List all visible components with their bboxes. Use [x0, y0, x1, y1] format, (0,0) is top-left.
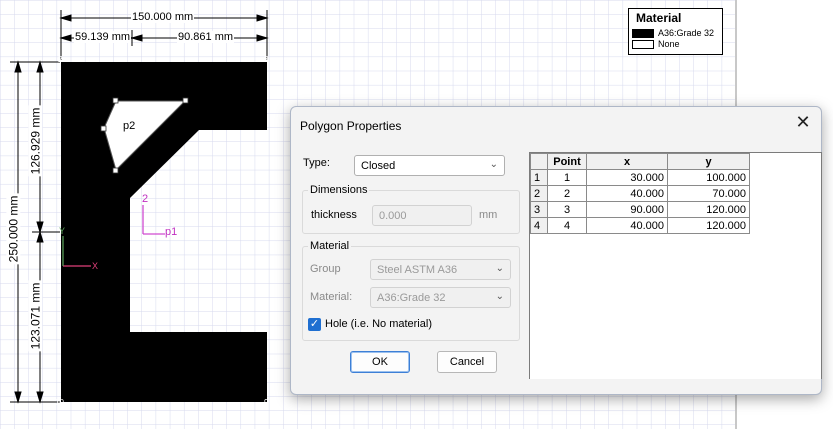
- y-cell[interactable]: 70.000: [667, 185, 750, 202]
- table-row[interactable]: 1 1 30.000 100.000: [530, 169, 750, 186]
- type-label: Type:: [303, 157, 330, 169]
- x-cell[interactable]: 40.000: [586, 185, 668, 202]
- chevron-down-icon: ⌄: [495, 291, 504, 302]
- material-label: Material:: [310, 291, 353, 303]
- point-label-p1: p1: [165, 226, 178, 238]
- dimensions-group-title: Dimensions: [308, 184, 370, 196]
- point-cell[interactable]: 2: [547, 185, 587, 202]
- thickness-field[interactable]: 0.000: [372, 205, 472, 226]
- legend-item-label: None: [658, 39, 680, 49]
- table-row[interactable]: 4 4 40.000 120.000: [530, 217, 750, 234]
- vertex-label: 3: [264, 55, 269, 64]
- material-group-title: Material: [308, 240, 352, 252]
- polygon-label-p2: p2: [123, 120, 136, 132]
- row-number: 2: [530, 185, 548, 202]
- points-table[interactable]: Point x y 1 1 30.000 100.000 2 2 40.000 …: [529, 152, 822, 379]
- legend-item: A36:Grade 32: [632, 28, 714, 38]
- dim-total-width: 150.000 mm: [131, 11, 195, 23]
- dialog-title: Polygon Properties: [300, 119, 402, 133]
- hole-checkbox[interactable]: ✓: [308, 318, 321, 331]
- dim-lower-height: 123.071 mm: [28, 280, 43, 352]
- legend-title: Material: [636, 11, 682, 25]
- material-select[interactable]: A36:Grade 32 ⌄: [370, 287, 511, 308]
- thickness-unit: mm: [479, 209, 498, 221]
- point-cell[interactable]: 1: [547, 169, 587, 186]
- legend-swatch: [632, 28, 654, 38]
- legend-item: None: [632, 39, 680, 49]
- y-cell[interactable]: 120.000: [667, 217, 750, 234]
- legend-swatch: [632, 39, 654, 49]
- type-select[interactable]: Closed ⌄: [354, 155, 505, 176]
- chevron-down-icon: ⌄: [495, 263, 504, 274]
- point-cell[interactable]: 4: [547, 217, 587, 234]
- close-icon[interactable]: ✕: [793, 113, 813, 133]
- column-header: Point: [547, 153, 587, 170]
- row-number: 1: [530, 169, 548, 186]
- column-header: [530, 153, 548, 170]
- vertex-label: 2: [58, 55, 63, 64]
- type-value: Closed: [361, 160, 396, 172]
- table-row[interactable]: 3 3 90.000 120.000: [530, 201, 750, 218]
- material-value: A36:Grade 32: [377, 292, 446, 304]
- row-number: 4: [530, 217, 548, 234]
- group-value: Steel ASTM A36: [377, 264, 458, 276]
- vertex-label: 10: [55, 398, 64, 407]
- row-number: 3: [530, 201, 548, 218]
- thickness-value: 0.000: [379, 210, 407, 222]
- axis-y-label: Y: [59, 226, 66, 236]
- y-cell[interactable]: 120.000: [667, 201, 750, 218]
- material-legend: Material A36:Grade 32 None: [628, 8, 723, 55]
- legend-item-label: A36:Grade 32: [658, 28, 715, 38]
- vertex-label: 9: [264, 398, 269, 407]
- x-cell[interactable]: 90.000: [586, 201, 668, 218]
- table-header-row: Point x y: [530, 153, 750, 170]
- group-label: Group: [310, 263, 341, 275]
- table-row[interactable]: 2 2 40.000 70.000: [530, 185, 750, 202]
- thickness-label: thickness: [311, 209, 357, 221]
- y-cell[interactable]: 100.000: [667, 169, 750, 186]
- dim-upper-height: 126.929 mm: [28, 105, 43, 177]
- group-select[interactable]: Steel ASTM A36 ⌄: [370, 259, 511, 280]
- x-cell[interactable]: 40.000: [586, 217, 668, 234]
- axis-x-label: X: [92, 261, 99, 271]
- x-cell[interactable]: 30.000: [586, 169, 668, 186]
- dim-left-width: 59.139 mm: [74, 31, 132, 43]
- chevron-down-icon: ⌄: [489, 159, 498, 170]
- hole-label: Hole (i.e. No material): [325, 318, 432, 330]
- cancel-button[interactable]: Cancel: [437, 351, 497, 373]
- point-cell[interactable]: 3: [547, 201, 587, 218]
- column-header: x: [586, 153, 668, 170]
- dim-total-height: 250.000 mm: [6, 193, 21, 265]
- ok-button[interactable]: OK: [350, 351, 410, 373]
- dim-right-width: 90.861 mm: [177, 31, 235, 43]
- axis-label-2: 2: [142, 193, 149, 205]
- column-header: y: [667, 153, 750, 170]
